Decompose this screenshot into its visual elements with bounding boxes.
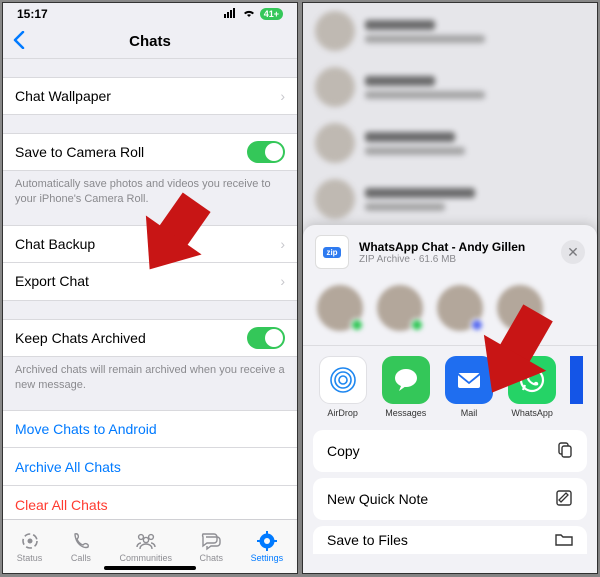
app-label: AirDrop xyxy=(327,408,358,418)
status-icon xyxy=(19,530,41,552)
app-more[interactable] xyxy=(570,356,583,418)
action-copy[interactable]: Copy xyxy=(313,430,587,472)
save-camera-roll-row[interactable]: Save to Camera Roll xyxy=(3,133,297,171)
export-chat-row[interactable]: Export Chat › xyxy=(3,263,297,301)
status-time: 15:17 xyxy=(17,7,48,21)
copy-icon xyxy=(555,441,573,462)
nav-header: Chats xyxy=(3,25,297,59)
app-messages[interactable]: Messages xyxy=(380,356,431,418)
close-icon: ✕ xyxy=(567,244,579,261)
divider xyxy=(303,345,597,346)
action-label: Copy xyxy=(327,443,360,459)
cell-label: Save to Camera Roll xyxy=(15,144,144,160)
tab-label: Chats xyxy=(200,553,224,563)
app-icon xyxy=(570,356,583,404)
action-label: New Quick Note xyxy=(327,491,428,507)
zip-file-icon: zip xyxy=(315,235,349,269)
app-label: Messages xyxy=(385,408,426,418)
chevron-right-icon: › xyxy=(280,88,285,104)
action-save-files[interactable]: Save to Files xyxy=(313,526,587,554)
keep-archived-toggle[interactable] xyxy=(247,327,285,349)
folder-icon xyxy=(555,532,573,549)
cell-label: Chat Backup xyxy=(15,236,95,252)
signal-icon xyxy=(224,7,238,21)
cell-label: Chat Wallpaper xyxy=(15,88,111,104)
chat-wallpaper-row[interactable]: Chat Wallpaper › xyxy=(3,77,297,115)
save-camera-roll-toggle[interactable] xyxy=(247,141,285,163)
archive-all-row[interactable]: Archive All Chats xyxy=(3,448,297,486)
action-label: Save to Files xyxy=(327,532,408,548)
share-apps-row: AirDrop Messages Mail WhatsApp xyxy=(303,356,597,430)
app-airdrop[interactable]: AirDrop xyxy=(317,356,368,418)
tab-status[interactable]: Status xyxy=(17,530,43,563)
tab-chats[interactable]: Chats xyxy=(200,530,224,563)
share-sheet-header: zip WhatsApp Chat - Andy Gillen ZIP Arch… xyxy=(303,225,597,279)
tab-label: Communities xyxy=(119,553,172,563)
communities-icon xyxy=(135,530,157,552)
cell-label: Export Chat xyxy=(15,273,89,289)
battery-icon: 41+ xyxy=(260,8,283,20)
tab-label: Status xyxy=(17,553,43,563)
share-subtitle: ZIP Archive · 61.6 MB xyxy=(359,254,525,265)
close-button[interactable]: ✕ xyxy=(561,240,585,264)
chat-backup-row[interactable]: Chat Backup › xyxy=(3,225,297,263)
save-camera-roll-footnote: Automatically save photos and videos you… xyxy=(3,171,297,207)
cell-label: Archive All Chats xyxy=(15,459,121,475)
airdrop-icon xyxy=(319,356,367,404)
cell-label: Clear All Chats xyxy=(15,497,108,513)
tab-bar: Status Calls Communities Chats Settings xyxy=(3,519,297,573)
mail-icon xyxy=(445,356,493,404)
home-indicator[interactable] xyxy=(104,566,196,570)
move-android-row[interactable]: Move Chats to Android xyxy=(3,410,297,448)
quick-note-icon xyxy=(555,489,573,510)
clear-all-row[interactable]: Clear All Chats xyxy=(3,486,297,519)
share-contacts-row[interactable] xyxy=(303,279,597,341)
keep-archived-row[interactable]: Keep Chats Archived xyxy=(3,319,297,357)
keep-archived-footnote: Archived chats will remain archived when… xyxy=(3,357,297,393)
chats-icon xyxy=(200,530,222,552)
back-button[interactable] xyxy=(13,31,25,53)
app-mail[interactable]: Mail xyxy=(443,356,494,418)
app-label: Mail xyxy=(461,408,478,418)
messages-icon xyxy=(382,356,430,404)
contact-avatar[interactable] xyxy=(317,285,363,331)
phone-icon xyxy=(70,530,92,552)
cell-label: Move Chats to Android xyxy=(15,421,157,437)
status-bar: 15:17 41+ xyxy=(3,3,297,25)
tab-settings[interactable]: Settings xyxy=(251,530,284,563)
contact-avatar[interactable] xyxy=(497,285,543,331)
contact-avatar[interactable] xyxy=(377,285,423,331)
share-title: WhatsApp Chat - Andy Gillen xyxy=(359,240,525,254)
settings-chats-screen: 15:17 41+ Chats Chat Wallpaper › Save to… xyxy=(2,2,298,574)
cell-label: Keep Chats Archived xyxy=(15,330,146,346)
contact-avatar[interactable] xyxy=(437,285,483,331)
gear-icon xyxy=(256,530,278,552)
app-label: WhatsApp xyxy=(511,408,553,418)
share-sheet: zip WhatsApp Chat - Andy Gillen ZIP Arch… xyxy=(303,225,597,573)
chevron-right-icon: › xyxy=(280,236,285,252)
action-quick-note[interactable]: New Quick Note xyxy=(313,478,587,520)
whatsapp-icon xyxy=(508,356,556,404)
chevron-right-icon: › xyxy=(280,273,285,289)
share-sheet-screen: zip WhatsApp Chat - Andy Gillen ZIP Arch… xyxy=(302,2,598,574)
page-title: Chats xyxy=(129,33,171,50)
tab-label: Settings xyxy=(251,553,284,563)
app-whatsapp[interactable]: WhatsApp xyxy=(507,356,558,418)
tab-calls[interactable]: Calls xyxy=(70,530,92,563)
tab-communities[interactable]: Communities xyxy=(119,530,172,563)
tab-label: Calls xyxy=(71,553,91,563)
wifi-icon xyxy=(242,7,256,21)
